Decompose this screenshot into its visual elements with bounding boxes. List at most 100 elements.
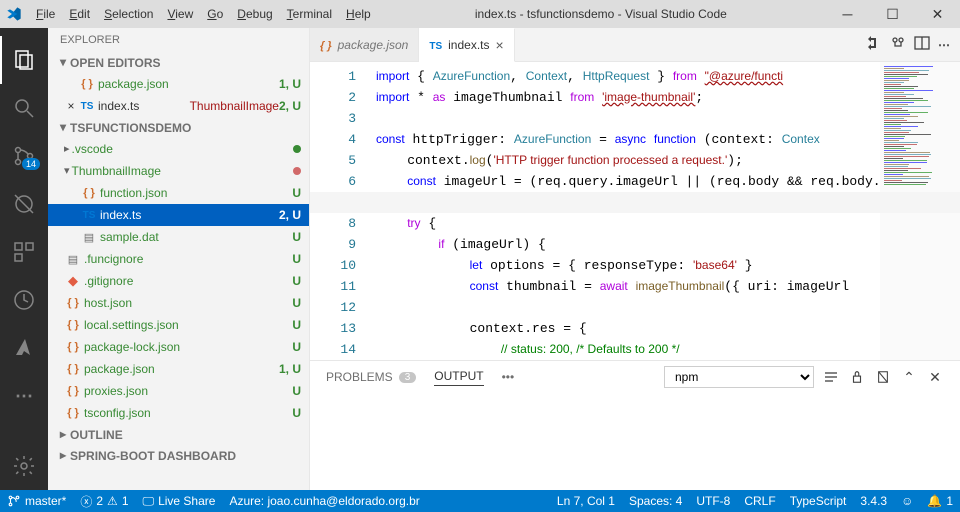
word-wrap-icon[interactable]	[822, 368, 840, 386]
editor-group: { }package.jsonTSindex.ts× ⋯ 12345678910…	[310, 28, 960, 490]
status-live-share[interactable]: 🖵Live Share	[136, 490, 223, 512]
live-share-icon: 🖵	[143, 494, 155, 509]
panel-close-icon[interactable]: ✕	[926, 368, 944, 386]
chevron-down-icon: ▾	[60, 55, 66, 70]
warning-icon: ⚠	[107, 494, 118, 508]
file-icon: TS	[429, 38, 442, 52]
file-icon: { }	[80, 187, 98, 199]
folder-header[interactable]: ▾TSFUNCTIONSDEMO	[48, 117, 309, 138]
status-ts-version[interactable]: 3.4.3	[853, 494, 894, 508]
tree-item[interactable]: { }package-lock.jsonU	[48, 336, 309, 358]
outline-header[interactable]: ▸OUTLINE	[48, 424, 309, 445]
editor-area[interactable]: 1234567891011121314 import { AzureFuncti…	[310, 62, 960, 360]
menu-bar: FileEditSelectionViewGoDebugTerminalHelp	[30, 5, 377, 23]
output-channel-select[interactable]: npm	[664, 366, 814, 388]
spring-boot-header[interactable]: ▸SPRING-BOOT DASHBOARD	[48, 445, 309, 466]
tree-item[interactable]: ▸.vscode	[48, 138, 309, 160]
split-editor-icon[interactable]	[914, 35, 930, 54]
status-azure[interactable]: Azure: joao.cunha@eldorado.org.br	[222, 490, 426, 512]
activity-more-icon[interactable]: ⋯	[0, 372, 48, 420]
panel-maximize-icon[interactable]: ⌃	[900, 368, 918, 386]
tree-item[interactable]: ▤.funcignoreU	[48, 248, 309, 270]
activity-remote-icon[interactable]	[0, 276, 48, 324]
editor-tab[interactable]: TSindex.ts×	[419, 28, 514, 62]
activity-azure-icon[interactable]	[0, 324, 48, 372]
status-feedback-icon[interactable]: ☺	[894, 494, 920, 508]
panel-tab-problems[interactable]: PROBLEMS3	[326, 370, 416, 384]
editor-tabs: { }package.jsonTSindex.ts× ⋯	[310, 28, 960, 62]
status-ln-col[interactable]: Ln 7, Col 1	[550, 494, 622, 508]
minimize-button[interactable]: ─	[825, 0, 870, 28]
menu-view[interactable]: View	[161, 5, 199, 23]
tree-item[interactable]: ▤sample.datU	[48, 226, 309, 248]
activity-bar: 14 ⋯	[0, 28, 48, 490]
menu-edit[interactable]: Edit	[63, 5, 96, 23]
status-branch[interactable]: master*	[0, 490, 73, 512]
maximize-button[interactable]: ☐	[870, 0, 915, 28]
panel-tab-output[interactable]: OUTPUT	[434, 369, 483, 386]
menu-debug[interactable]: Debug	[231, 5, 278, 23]
chevron-right-icon: ▸	[60, 448, 66, 463]
tree-item[interactable]: TSindex.ts2, U	[48, 204, 309, 226]
menu-help[interactable]: Help	[340, 5, 377, 23]
file-icon: { }	[64, 407, 82, 419]
activity-search-icon[interactable]	[0, 84, 48, 132]
tree-item[interactable]: ▾ThumbnailImage	[48, 160, 309, 182]
sidebar-title: EXPLORER	[48, 28, 309, 52]
git-status-dot	[293, 167, 301, 175]
error-icon: ⓧ	[80, 493, 92, 510]
problems-count-badge: 3	[399, 372, 417, 383]
tree-item[interactable]: { }tsconfig.jsonU	[48, 402, 309, 424]
code-content[interactable]: import { AzureFunction, Context, HttpReq…	[370, 62, 880, 360]
bottom-panel: PROBLEMS3 OUTPUT ••• npm ⌃ ✕	[310, 360, 960, 490]
status-errors[interactable]: ⓧ2⚠1	[73, 490, 135, 512]
window-title: index.ts - tsfunctionsdemo - Visual Stud…	[377, 7, 825, 21]
minimap[interactable]	[880, 62, 960, 360]
git-compare-icon[interactable]	[866, 35, 882, 54]
activity-debug-icon[interactable]	[0, 180, 48, 228]
file-icon: ◆	[64, 273, 82, 289]
tree-item[interactable]: { }function.jsonU	[48, 182, 309, 204]
panel-tab-more[interactable]: •••	[502, 370, 515, 384]
tree-item[interactable]: { }local.settings.jsonU	[48, 314, 309, 336]
activity-scm-icon[interactable]: 14	[0, 132, 48, 180]
tree-item[interactable]: ◆.gitignoreU	[48, 270, 309, 292]
activity-explorer-icon[interactable]	[0, 36, 48, 84]
close-button[interactable]: ✕	[915, 0, 960, 28]
panel-tabs: PROBLEMS3 OUTPUT ••• npm ⌃ ✕	[310, 361, 960, 393]
open-editors-header[interactable]: ▾OPEN EDITORS	[48, 52, 309, 73]
activity-settings-icon[interactable]	[0, 442, 48, 490]
file-icon: ▤	[64, 253, 82, 266]
menu-go[interactable]: Go	[201, 5, 229, 23]
file-icon: { }	[64, 319, 82, 331]
clear-output-icon[interactable]	[874, 368, 892, 386]
scm-badge: 14	[22, 158, 40, 170]
more-icon[interactable]: ⋯	[938, 38, 950, 52]
menu-selection[interactable]: Selection	[98, 5, 159, 23]
file-icon: TS	[78, 101, 96, 112]
close-tab-icon[interactable]: ×	[495, 37, 503, 53]
git-refresh-icon[interactable]	[890, 35, 906, 54]
open-editor-item[interactable]: ×TSindex.tsThumbnailImage2, U	[48, 95, 309, 117]
status-spaces[interactable]: Spaces: 4	[622, 494, 689, 508]
file-icon: { }	[64, 297, 82, 309]
menu-terminal[interactable]: Terminal	[281, 5, 338, 23]
status-language[interactable]: TypeScript	[783, 494, 854, 508]
lock-scroll-icon[interactable]	[848, 368, 866, 386]
tree-item[interactable]: { }package.json1, U	[48, 358, 309, 380]
status-notifications[interactable]: 🔔1	[920, 494, 960, 508]
menu-file[interactable]: File	[30, 5, 61, 23]
folder-tree: ▸.vscode▾ThumbnailImage{ }function.jsonU…	[48, 138, 309, 424]
activity-extensions-icon[interactable]	[0, 228, 48, 276]
file-icon: { }	[64, 363, 82, 375]
tree-item[interactable]: { }host.jsonU	[48, 292, 309, 314]
file-icon: { }	[64, 341, 82, 353]
tree-item[interactable]: { }proxies.jsonU	[48, 380, 309, 402]
open-editor-item[interactable]: { }package.json1, U	[48, 73, 309, 95]
window-controls: ─ ☐ ✕	[825, 0, 960, 28]
status-eol[interactable]: CRLF	[737, 494, 782, 508]
editor-tab[interactable]: { }package.json	[310, 28, 419, 61]
chevron-right-icon: ▸	[60, 427, 66, 442]
status-encoding[interactable]: UTF-8	[689, 494, 737, 508]
sidebar: EXPLORER ▾OPEN EDITORS { }package.json1,…	[48, 28, 310, 490]
